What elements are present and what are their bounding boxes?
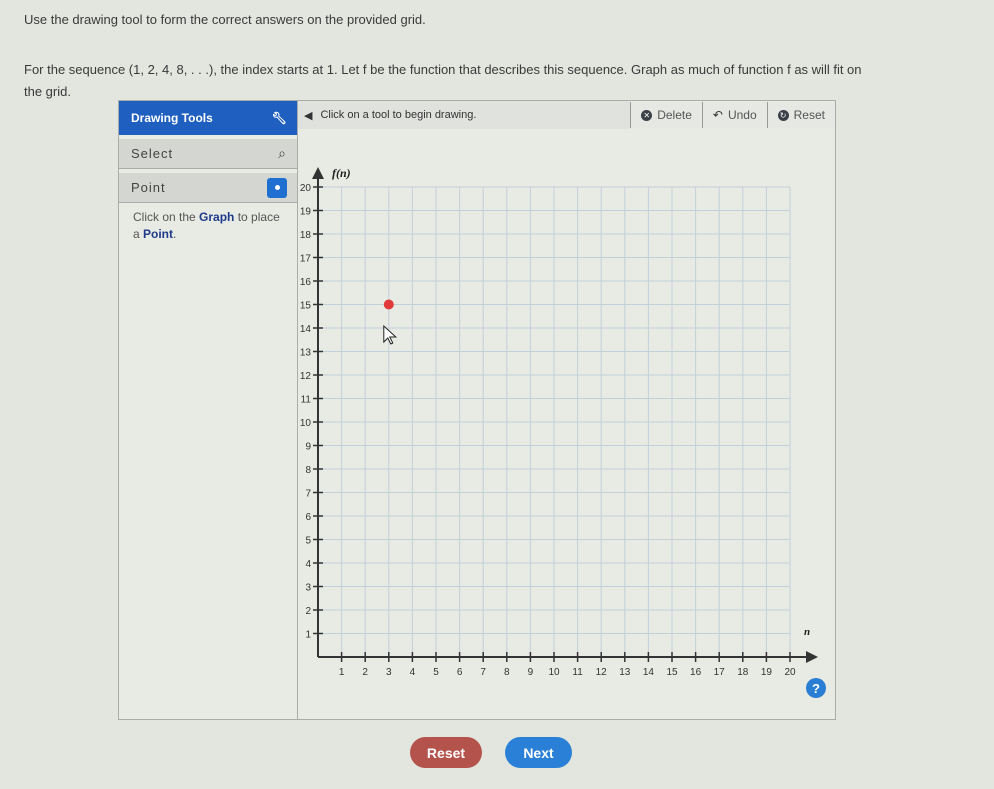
question-text-cont: the grid. — [24, 84, 71, 99]
close-circle-icon: ✕ — [641, 109, 653, 121]
plotted-point[interactable] — [383, 299, 394, 310]
x-axis-label: n — [804, 626, 810, 638]
select-tool[interactable]: Select ⌕ — [119, 139, 297, 169]
status-text: ◀ Click on a tool to begin drawing. — [298, 101, 631, 129]
reset-button[interactable]: Reset — [410, 737, 482, 768]
y-tick-label: 1 — [305, 630, 311, 641]
point-icon — [267, 177, 287, 198]
y-tick-label: 6 — [305, 512, 311, 523]
y-tick-label: 5 — [305, 536, 311, 547]
x-tick-label: 5 — [433, 667, 439, 678]
y-axis-label: f(n) — [332, 166, 351, 180]
coordinate-graph[interactable]: 1 2 3 4 5 6 7 8 9 10 11 12 13 14 15 16 17 18 19 20123456789… — [298, 129, 835, 719]
x-tick-label: 12 — [596, 667, 608, 678]
x-tick-label: 15 — [666, 667, 678, 678]
reset-tool-button[interactable]: ↻ Reset — [766, 102, 835, 128]
select-label: Select — [131, 146, 174, 161]
undo-icon: ↶ — [712, 108, 723, 122]
x-tick-label: 19 — [761, 667, 773, 678]
x-tick-label: 14 — [643, 667, 655, 678]
y-tick-label: 14 — [300, 324, 312, 335]
mouse-cursor-icon — [383, 324, 398, 345]
instruction-text: Use the drawing tool to form the correct… — [24, 12, 426, 27]
x-tick-label: 6 — [457, 667, 463, 678]
y-tick-label: 7 — [305, 489, 311, 500]
y-tick-label: 2 — [305, 606, 311, 617]
x-tick-label: 1 — [339, 667, 345, 678]
y-tick-label: 4 — [305, 559, 311, 570]
point-tool[interactable]: Point — [119, 173, 297, 203]
x-tick-label: 7 — [480, 667, 486, 678]
x-tick-label: 13 — [619, 667, 631, 678]
y-axis-arrow-icon — [312, 167, 324, 179]
y-tick-label: 10 — [300, 418, 312, 429]
y-tick-label: 11 — [301, 395, 312, 406]
y-tick-label: 18 — [300, 230, 312, 241]
y-tick-label: 19 — [300, 207, 312, 218]
y-tick-label: 15 — [300, 301, 312, 312]
reset-icon: ↻ — [777, 109, 789, 121]
undo-button[interactable]: ↶ Undo — [701, 102, 767, 128]
x-tick-label: 16 — [690, 667, 702, 678]
x-tick-label: 2 — [362, 667, 368, 678]
x-tick-label: 9 — [528, 667, 534, 678]
y-tick-label: 3 — [305, 583, 311, 594]
x-axis-arrow-icon — [806, 651, 818, 663]
x-tick-label: 8 — [504, 667, 510, 678]
drawing-tools-title: Drawing Tools — [131, 111, 213, 125]
select-cursor-icon: ⌕ — [278, 145, 287, 161]
drawing-tools-header: Drawing Tools 🔧︎ — [119, 101, 297, 135]
x-tick-label: 17 — [714, 667, 726, 678]
y-tick-label: 8 — [305, 465, 311, 476]
point-label: Point — [131, 180, 166, 195]
help-icon[interactable]: ? — [806, 678, 826, 698]
y-tick-label: 13 — [300, 348, 312, 359]
drawing-tools-panel: Drawing Tools 🔧︎ Select ⌕ Point Click on… — [119, 101, 298, 719]
x-tick-label: 11 — [572, 667, 583, 678]
x-tick-label: 10 — [548, 667, 560, 678]
y-tick-label: 12 — [300, 371, 312, 382]
x-tick-label: 20 — [784, 667, 796, 678]
wrench-icon: 🔧︎ — [271, 111, 287, 125]
toolbar: ◀ Click on a tool to begin drawing. ✕ Dele… — [298, 101, 835, 129]
y-tick-label: 17 — [300, 254, 312, 265]
next-button[interactable]: Next — [505, 737, 572, 768]
tool-hint: Click on the Graph to place a Point. — [133, 210, 280, 241]
x-tick-label: 18 — [737, 667, 749, 678]
delete-button[interactable]: ✕ Delete — [630, 102, 702, 128]
x-tick-label: 3 — [386, 667, 392, 678]
x-tick-label: 4 — [410, 667, 416, 678]
y-tick-label: 16 — [300, 277, 312, 288]
y-tick-label: 9 — [305, 442, 311, 453]
graphing-widget: Drawing Tools 🔧︎ Select ⌕ Point Click on… — [118, 100, 836, 720]
question-text: For the sequence (1, 2, 4, 8, . . .), th… — [24, 62, 862, 77]
y-tick-label: 20 — [300, 183, 312, 194]
